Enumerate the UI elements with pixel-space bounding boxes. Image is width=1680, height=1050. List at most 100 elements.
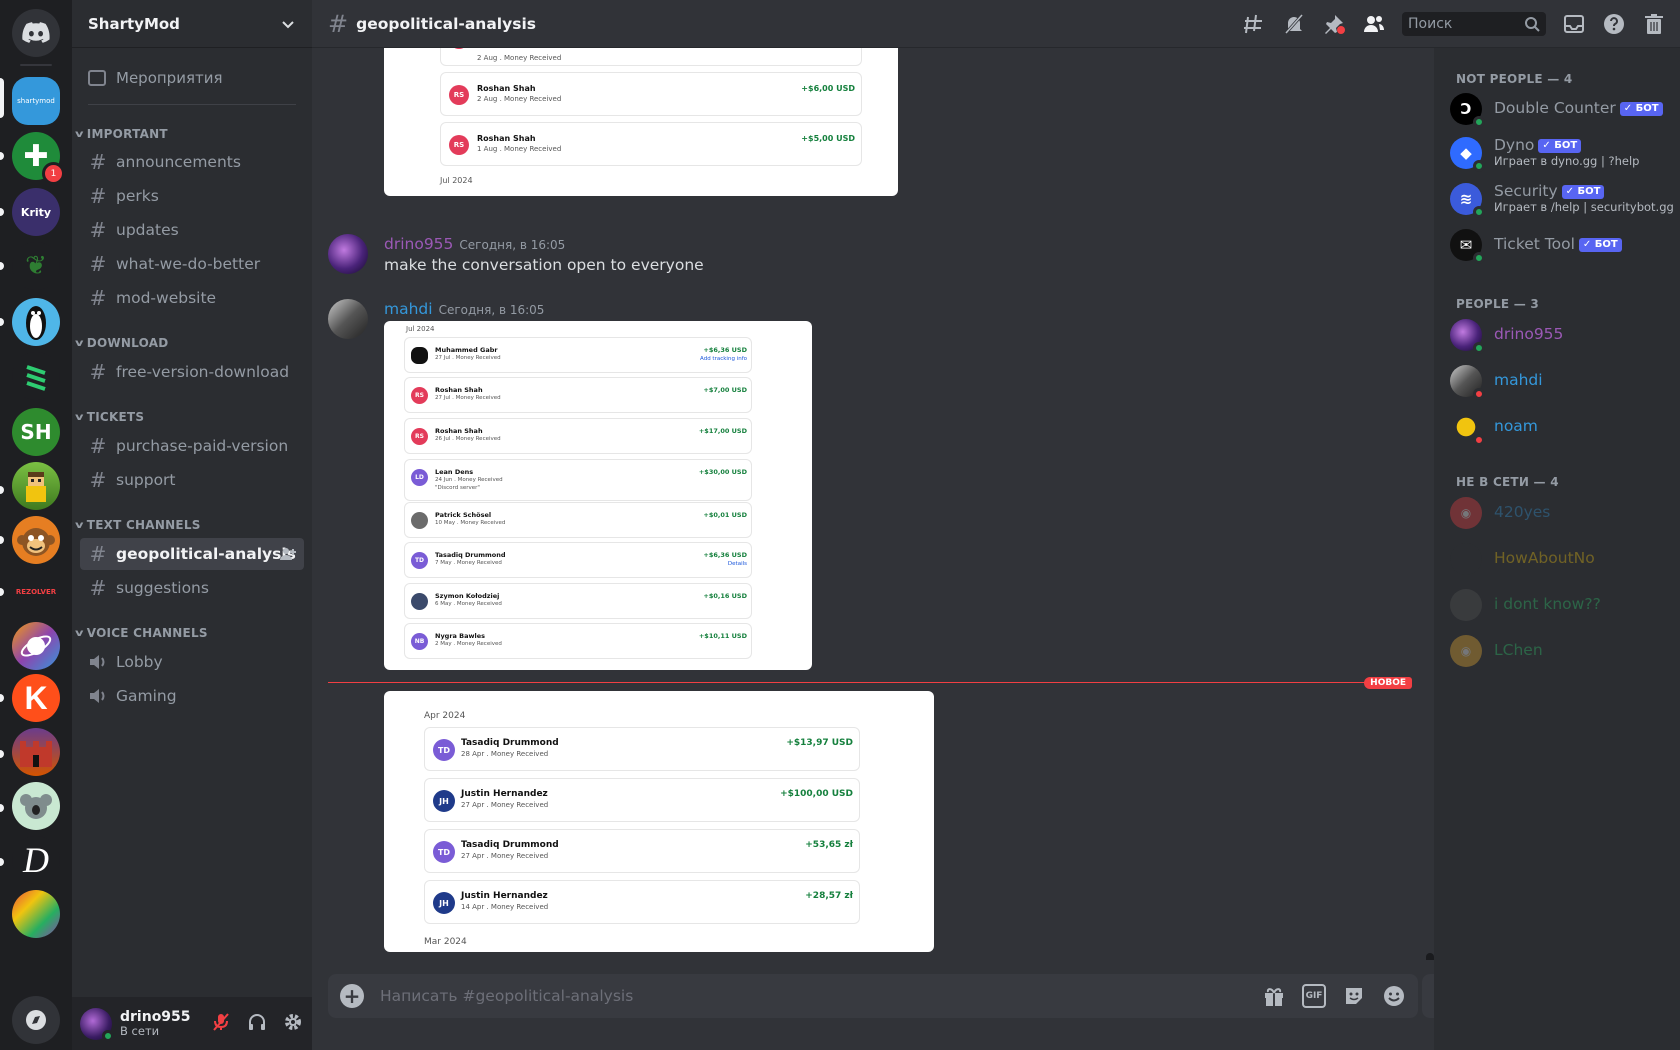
- inbox-button[interactable]: [1562, 12, 1586, 36]
- member-online[interactable]: drino955: [1450, 314, 1674, 356]
- transaction-amount: +$30,00 USD: [698, 468, 747, 476]
- member-list-button[interactable]: [1362, 12, 1386, 36]
- transaction-link[interactable]: Add tracking info: [700, 356, 747, 362]
- member-avatar[interactable]: [1450, 543, 1482, 575]
- transaction-date: 14 Apr . Money Received: [461, 903, 549, 911]
- channel-geopolitical-analysis[interactable]: # geopolitical-analysis: [80, 538, 304, 570]
- channel-suggestions[interactable]: # suggestions: [80, 572, 304, 604]
- voice-channel-lobby[interactable]: Lobby: [80, 646, 304, 678]
- trash-button[interactable]: [1642, 12, 1666, 36]
- help-button[interactable]: [1602, 12, 1626, 36]
- channel-what-we-do-better[interactable]: # what-we-do-better: [80, 248, 304, 280]
- scrollbar-thumb[interactable]: [1426, 953, 1434, 960]
- category-text-channels[interactable]: v TEXT CHANNELS: [74, 515, 201, 535]
- member-avatar[interactable]: [1450, 319, 1485, 354]
- unread-pill: [0, 588, 4, 596]
- server-penguin[interactable]: [12, 298, 60, 346]
- message-avatar[interactable]: [328, 299, 368, 339]
- message-composer[interactable]: + Написать #geopolitical-analysis GIF: [328, 974, 1418, 1018]
- server-stripes[interactable]: [12, 352, 60, 400]
- category-tickets[interactable]: v TICKETS: [75, 407, 144, 427]
- member-avatar[interactable]: ◉: [1450, 497, 1482, 529]
- user-settings-button[interactable]: [282, 1011, 304, 1033]
- mute-microphone-button[interactable]: [210, 1011, 232, 1033]
- member-online[interactable]: mahdi: [1450, 360, 1674, 402]
- transaction-row: RS Roshan Shah 27 Jul . Money Received +$7,…: [404, 377, 752, 413]
- member-avatar[interactable]: [1450, 411, 1485, 446]
- member-online[interactable]: noam: [1450, 406, 1674, 448]
- image-attachment-transactions-1[interactable]: 2 Aug . Money Received RS Roshan Shah 2 …: [384, 48, 898, 196]
- message-author[interactable]: drino955: [384, 235, 453, 253]
- hash-icon: #: [89, 360, 107, 384]
- member-avatar[interactable]: ꓛ: [1450, 93, 1485, 128]
- server-k[interactable]: K: [12, 674, 60, 722]
- server-rezolver[interactable]: REZOLVER: [12, 568, 60, 616]
- help-icon: [1604, 14, 1624, 34]
- voice-channel-gaming[interactable]: Gaming: [80, 680, 304, 712]
- server-koala[interactable]: [12, 782, 60, 830]
- add-attachment-button[interactable]: +: [340, 984, 364, 1008]
- category-important[interactable]: v IMPORTANT: [75, 124, 168, 144]
- category-voice-channels[interactable]: v VOICE CHANNELS: [75, 623, 208, 643]
- channel-updates[interactable]: # updates: [80, 214, 304, 246]
- server-colorful[interactable]: [12, 890, 60, 938]
- server-shartymod[interactable]: shartymod: [12, 77, 60, 125]
- chevron-down-icon: v: [74, 519, 84, 531]
- member-avatar[interactable]: ◆: [1450, 137, 1485, 172]
- image-attachment-transactions-2[interactable]: Jul 2024 Muhammed Gabr 27 Jul . Money Rec…: [384, 321, 812, 670]
- server-tree[interactable]: ❦: [12, 242, 60, 290]
- member-offline[interactable]: ◉ 420yes: [1450, 492, 1674, 534]
- pinned-messages-button[interactable]: [1322, 12, 1346, 36]
- sticker-button[interactable]: [1342, 984, 1366, 1008]
- discord-home-button[interactable]: [12, 9, 60, 57]
- emoji-button[interactable]: [1382, 984, 1406, 1008]
- deafen-button[interactable]: [246, 1011, 268, 1033]
- member-avatar[interactable]: ≋: [1450, 183, 1485, 218]
- member-avatar[interactable]: [1450, 365, 1485, 400]
- member-avatar[interactable]: ◉: [1450, 635, 1482, 667]
- transaction-row: TD Tasadiq Drummond 27 Apr . Money Receive…: [424, 829, 860, 873]
- channel-announcements[interactable]: # announcements: [80, 146, 304, 178]
- channel-perks[interactable]: # perks: [80, 180, 304, 212]
- server-d[interactable]: D: [12, 836, 60, 884]
- member-bot[interactable]: ≋ Security ✓ БОТ Играет в /help | securityb…: [1450, 178, 1674, 220]
- threads-button[interactable]: [1242, 12, 1266, 36]
- member-avatar[interactable]: [1450, 589, 1482, 621]
- unread-pill: [0, 486, 4, 494]
- channel-support[interactable]: # support: [80, 464, 304, 496]
- notifications-button[interactable]: [1282, 12, 1306, 36]
- server-pixel[interactable]: [12, 462, 60, 510]
- transaction-date: 24 Jun . Money Received: [435, 477, 503, 483]
- events-link[interactable]: Мероприятия: [80, 62, 304, 94]
- image-attachment-transactions-3[interactable]: Apr 2024 TD Tasadiq Drummond 28 Apr . Mone…: [384, 691, 934, 952]
- server-krity[interactable]: Krity: [12, 188, 60, 236]
- search-input[interactable]: Поиск: [1402, 12, 1546, 36]
- server-header[interactable]: ShartyMod: [72, 0, 312, 48]
- member-avatar[interactable]: ✉: [1450, 229, 1485, 264]
- discover-button[interactable]: [12, 996, 60, 1044]
- member-bot[interactable]: ◆ Dyno ✓ БОТ Играет в dyno.gg | ?help: [1450, 132, 1674, 174]
- transaction-avatar: JH: [433, 892, 455, 914]
- gift-button[interactable]: [1262, 984, 1286, 1008]
- gif-button[interactable]: GIF: [1302, 984, 1326, 1008]
- message-author[interactable]: mahdi: [384, 300, 433, 318]
- category-download[interactable]: v DOWNLOAD: [75, 333, 168, 353]
- transaction-link[interactable]: Details: [728, 561, 747, 567]
- member-bot[interactable]: ꓛ Double Counter ✓ БОТ: [1450, 88, 1674, 130]
- channel-purchase-paid-version[interactable]: # purchase-paid-version: [80, 430, 304, 462]
- server-sh[interactable]: SH: [12, 408, 60, 456]
- server-orbit[interactable]: [12, 622, 60, 670]
- channel-free-version-download[interactable]: # free-version-download: [80, 356, 304, 388]
- server-castle[interactable]: [12, 728, 60, 776]
- server-monkey[interactable]: [12, 516, 60, 564]
- message-avatar[interactable]: [328, 234, 368, 274]
- create-invite-icon[interactable]: [280, 546, 296, 562]
- member-offline[interactable]: ◉ LChen: [1450, 630, 1674, 672]
- castle-icon: [20, 741, 52, 767]
- member-offline[interactable]: HowAboutNo: [1450, 538, 1674, 580]
- user-panel: drino955 В сети: [72, 997, 312, 1050]
- member-bot[interactable]: ✉ Ticket Tool ✓ БОТ: [1450, 224, 1674, 266]
- member-offline[interactable]: i dont know??: [1450, 584, 1674, 626]
- user-avatar[interactable]: [80, 1007, 114, 1042]
- channel-mod-website[interactable]: # mod-website: [80, 282, 304, 314]
